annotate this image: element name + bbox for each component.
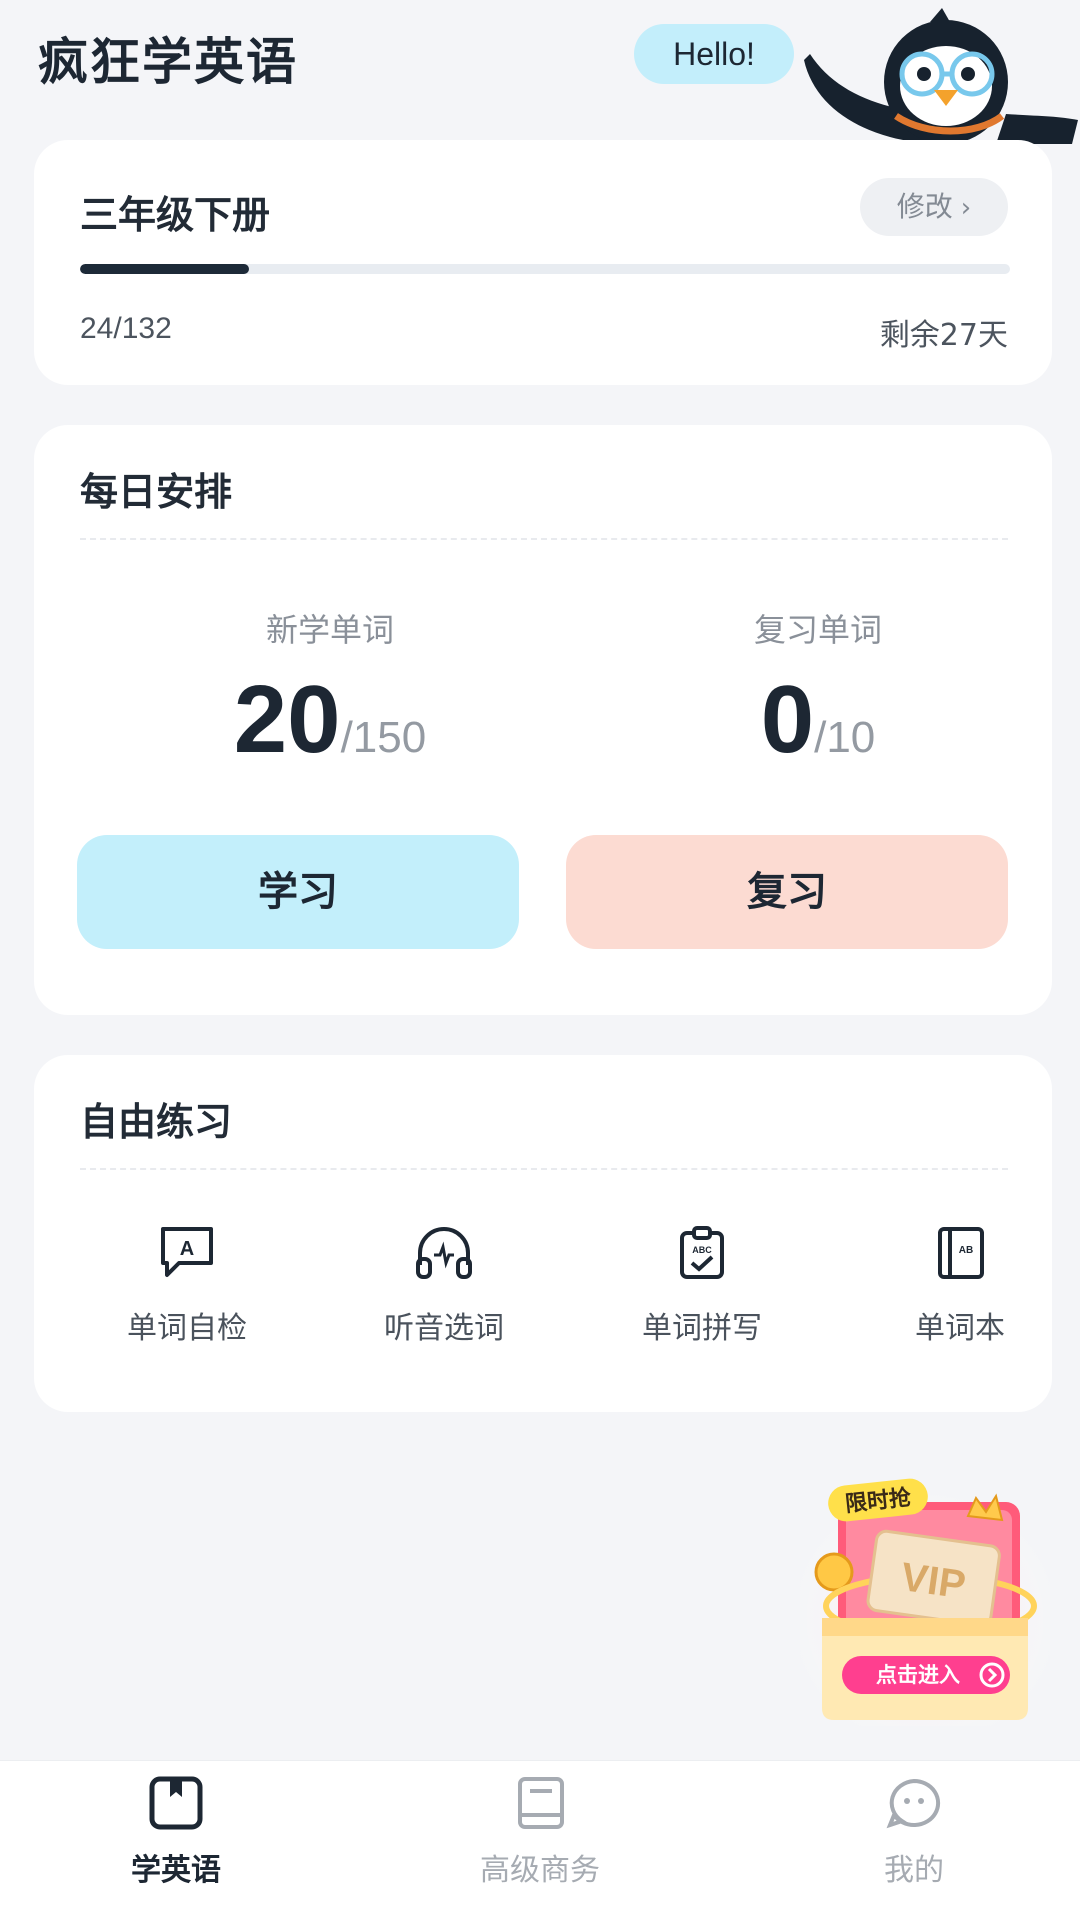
clipboard-spell-icon: ABC — [680, 1226, 724, 1279]
days-left: 剩余27天 — [879, 318, 1008, 353]
free-practice-title: 自由练习 — [80, 1100, 233, 1144]
vip-promo-button[interactable]: VIP 限时抢 点击进入 — [800, 1468, 1050, 1726]
tool-label: 单词本 — [915, 1311, 1005, 1346]
tab-label: 我的 — [884, 1853, 944, 1888]
app-title: 疯狂学英语 — [38, 33, 298, 91]
tool-listen-choose[interactable]: 听音选词 — [334, 1225, 554, 1347]
tool-label: 单词自检 — [127, 1311, 247, 1346]
new-words-total: /150 — [340, 713, 427, 762]
profile-icon — [886, 1778, 941, 1829]
tab-label: 高级商务 — [480, 1853, 600, 1888]
edit-book-button[interactable]: 修改 › — [860, 178, 1008, 236]
penguin-mascot-icon — [804, 8, 1078, 144]
tool-label: 听音选词 — [384, 1311, 504, 1346]
vip-text: VIP — [898, 1555, 968, 1608]
learn-icon — [149, 1776, 203, 1830]
review-words-label: 复习单词 — [753, 611, 882, 649]
daily-plan-title: 每日安排 — [80, 470, 233, 514]
new-words-label: 新学单词 — [265, 611, 394, 649]
book-title: 三年级下册 — [80, 193, 271, 237]
svg-text:ABC: ABC — [692, 1245, 712, 1255]
new-words-stat: 20/150 — [110, 665, 550, 775]
vip-gift-icon: VIP 限时抢 点击进入 — [800, 1478, 1050, 1726]
tool-label: 单词拼写 — [642, 1311, 762, 1346]
divider — [80, 538, 1008, 540]
tab-profile[interactable]: 我的 — [784, 1761, 1044, 1920]
tab-label: 学英语 — [131, 1853, 221, 1888]
greeting-bubble: Hello! — [634, 24, 794, 84]
headphones-icon — [416, 1227, 472, 1279]
wordbook-icon: AB — [938, 1227, 984, 1279]
free-practice-card: 自由练习 A 单词自检 听音选词 ABC 单词拼写 AB 单词本 — [34, 1055, 1052, 1412]
promo-cta-text: 点击进入 — [876, 1663, 960, 1687]
book-progress-fill — [80, 264, 250, 274]
bottom-tab-bar: 学英语 高级商务 我的 — [0, 1760, 1080, 1920]
daily-plan-card: 每日安排 新学单词 20/150 复习单词 0/10 学习 复习 — [34, 425, 1052, 1015]
word-check-icon: A — [161, 1227, 213, 1277]
tool-word-spelling[interactable]: ABC 单词拼写 — [592, 1225, 812, 1347]
book-progress-card: 三年级下册 修改 › 24/132 剩余27天 — [34, 140, 1052, 385]
tab-learn-english[interactable]: 学英语 — [46, 1761, 306, 1920]
chevron-right-icon: › — [960, 193, 972, 223]
book-progress-bar — [80, 264, 1010, 274]
progress-count: 24/132 — [80, 312, 172, 345]
edit-label: 修改 — [896, 190, 953, 223]
tool-word-check[interactable]: A 单词自检 — [77, 1225, 297, 1347]
tool-wordbook[interactable]: AB 单词本 — [850, 1225, 1070, 1347]
tab-business[interactable]: 高级商务 — [410, 1761, 670, 1920]
svg-text:A: A — [180, 1238, 194, 1260]
review-words-total: /10 — [814, 713, 876, 762]
svg-text:AB: AB — [959, 1245, 973, 1256]
review-button[interactable]: 复习 — [566, 835, 1008, 949]
divider — [80, 1168, 1008, 1170]
study-button[interactable]: 学习 — [77, 835, 519, 949]
book-icon — [518, 1777, 564, 1829]
review-words-value: 0 — [760, 666, 815, 773]
review-words-stat: 0/10 — [598, 665, 1038, 775]
new-words-value: 20 — [233, 666, 341, 773]
